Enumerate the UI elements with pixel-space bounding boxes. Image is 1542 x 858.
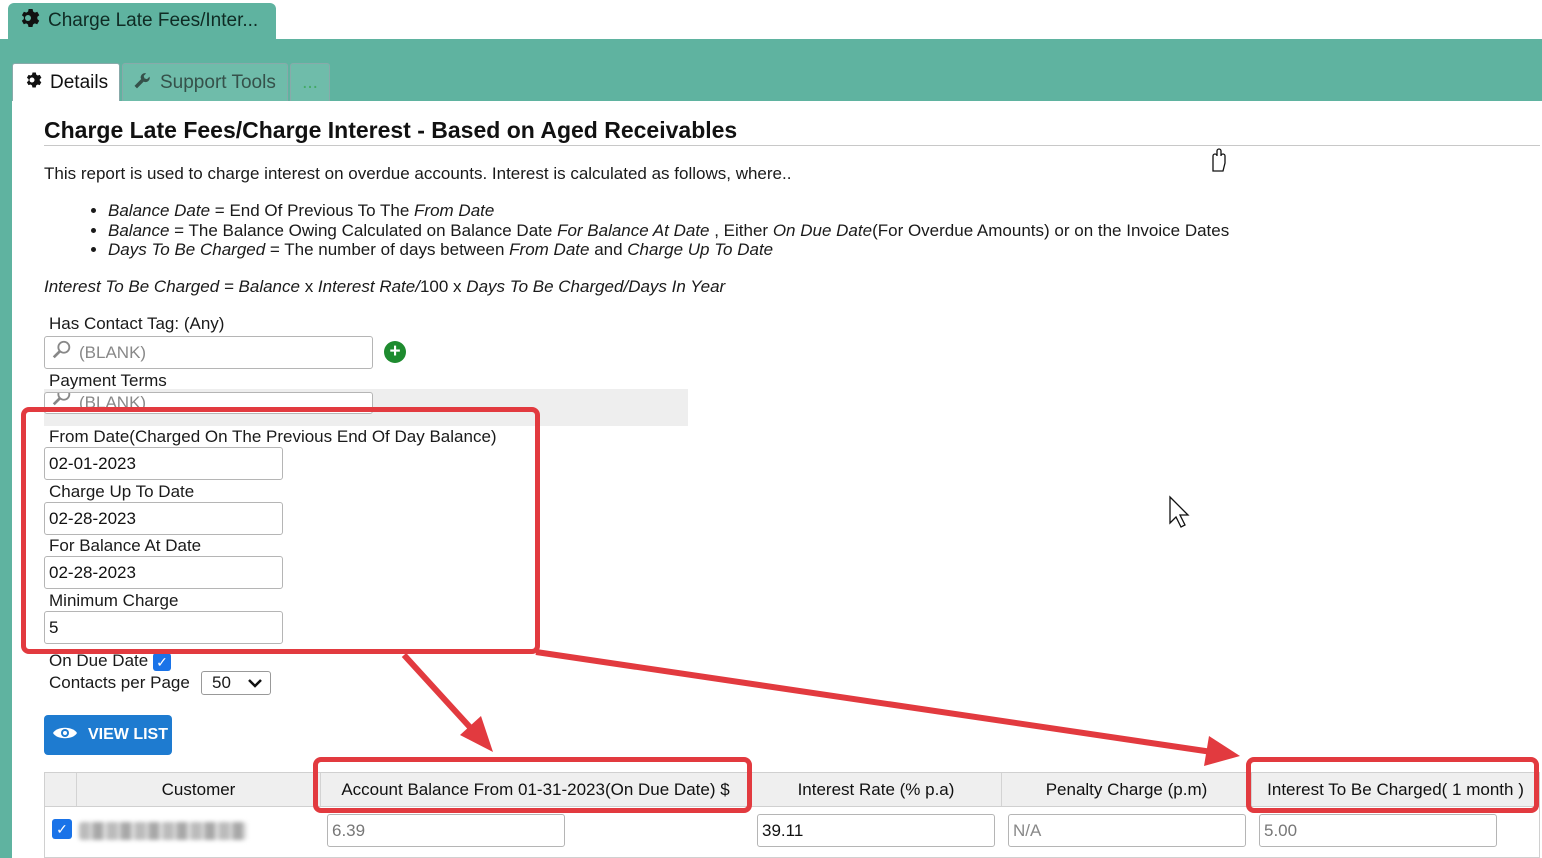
tab-more[interactable]: ...: [290, 63, 330, 101]
formula-text: Days To Be Charged/Days In Year: [461, 277, 726, 296]
select-value: 50: [212, 673, 231, 692]
hand-cursor-icon: [1212, 148, 1226, 172]
term: For Balance At Date: [557, 220, 710, 240]
highlight-date-fields: [21, 407, 540, 654]
definition-balance-date: Balance Date = End Of Previous To The Fr…: [108, 201, 1229, 221]
wrench-icon: [132, 70, 152, 96]
contact-tag-placeholder: (BLANK): [79, 342, 147, 362]
gear-icon: [22, 70, 42, 96]
definition-list: Balance Date = End Of Previous To The Fr…: [108, 201, 1229, 260]
contact-tag-search[interactable]: (BLANK): [44, 336, 373, 369]
term: From Date: [509, 240, 590, 259]
definition-text: , Either: [709, 220, 773, 240]
arrow-to-account-balance: [401, 652, 493, 752]
customer-name-redacted: [79, 822, 247, 840]
definition-text: = The Balance Owing Calculated on Balanc…: [169, 220, 558, 240]
on-due-date-checkbox[interactable]: ✓: [152, 652, 171, 671]
definition-text: (For Overdue Amounts) or on the Invoice …: [872, 220, 1230, 240]
chevron-down-icon: [248, 673, 262, 693]
term: Balance Date: [108, 201, 211, 220]
tab-bar: Details Support Tools ...: [12, 63, 330, 101]
term: On Due Date: [772, 220, 873, 240]
tab-label: Support Tools: [160, 71, 276, 93]
interest-rate-field[interactable]: 39.11: [757, 814, 995, 847]
interest-to-be-charged-field[interactable]: 5.00: [1259, 814, 1497, 847]
formula-text: Interest To Be Charged = Balance: [44, 277, 305, 296]
account-balance-field[interactable]: 6.39: [327, 814, 565, 847]
intro-text: This report is used to charge interest o…: [44, 164, 792, 183]
definition-text: = The number of days between: [265, 240, 510, 259]
payment-terms-label: Payment Terms: [49, 371, 167, 390]
row-select-checkbox[interactable]: ✓: [52, 819, 72, 839]
column-header-interest-rate[interactable]: Interest Rate (% p.a): [751, 773, 1002, 806]
term: Days To Be Charged: [108, 240, 266, 259]
formula-text: 100 x: [419, 277, 462, 296]
formula-text: x: [304, 277, 314, 296]
interest-formula: Interest To Be Charged = Balance x Inter…: [44, 277, 725, 297]
contact-tag-label: Has Contact Tag: (Any): [49, 314, 225, 333]
search-icon: [51, 339, 73, 366]
highlight-interest-column: [1246, 757, 1539, 813]
window-tab[interactable]: Charge Late Fees/Inter...: [8, 3, 276, 39]
eye-icon: [52, 724, 78, 747]
term: Charge Up To Date: [627, 240, 774, 259]
arrow-cursor-icon: [1169, 495, 1190, 528]
contacts-per-page-select[interactable]: 50: [201, 671, 271, 695]
tab-label: ...: [302, 71, 318, 93]
term: From Date: [414, 201, 495, 220]
view-list-button[interactable]: VIEW LIST: [44, 715, 172, 755]
window-tab-title: Charge Late Fees/Inter...: [48, 10, 259, 31]
tab-support-tools[interactable]: Support Tools: [122, 63, 288, 101]
definition-days-to-be-charged: Days To Be Charged = The number of days …: [108, 240, 1229, 260]
definition-balance: Balance = The Balance Owing Calculated o…: [108, 221, 1229, 241]
table-row: ✓ 6.39 39.11 N/A 5.00: [45, 806, 1539, 856]
term: Balance: [108, 220, 170, 240]
formula-text: Interest Rate/: [313, 277, 420, 296]
on-due-date-field: On Due Date ✓: [49, 651, 171, 671]
add-tag-button[interactable]: +: [384, 341, 406, 363]
select-column-header: [45, 773, 77, 806]
tab-details[interactable]: Details: [12, 63, 120, 101]
column-header-customer[interactable]: Customer: [77, 773, 321, 806]
arrow-to-interest-charged: [535, 649, 1240, 766]
view-list-label: VIEW LIST: [88, 726, 168, 743]
gear-icon: [16, 6, 40, 36]
definition-text: = End Of Previous To The: [210, 201, 415, 220]
column-header-penalty-charge[interactable]: Penalty Charge (p.m): [1002, 773, 1252, 806]
page-title: Charge Late Fees/Charge Interest - Based…: [44, 117, 738, 143]
left-rail: [0, 39, 12, 858]
tab-label: Details: [50, 71, 109, 93]
contacts-per-page-label: Contacts per Page: [49, 673, 190, 692]
penalty-charge-field[interactable]: N/A: [1008, 814, 1246, 847]
divider: [44, 145, 1540, 146]
highlight-account-balance-column: [313, 757, 752, 813]
definition-text: and: [589, 240, 628, 259]
